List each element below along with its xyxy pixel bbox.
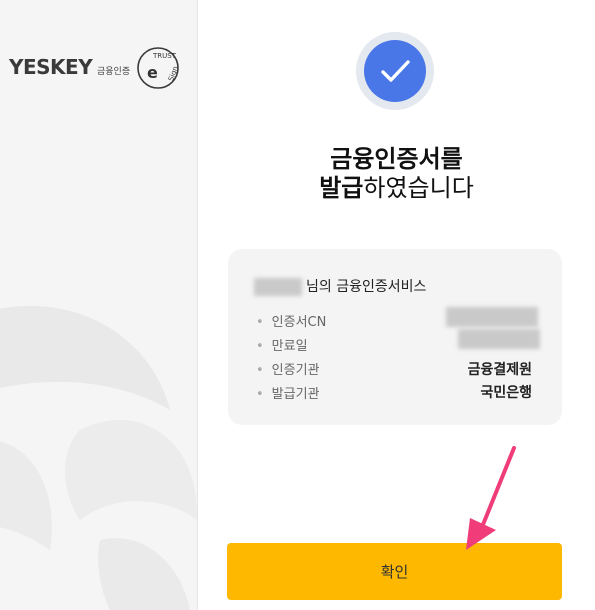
value-issuing-bank: 국민은행 — [480, 385, 532, 401]
field-issuer-org: • 인증기관 — [256, 363, 320, 378]
trust-esign-logo: TRUST e Sign — [137, 47, 180, 89]
brand-sub: 금융인증 — [97, 67, 131, 77]
redacted-owner-name — [254, 278, 302, 296]
svg-text:TRUST: TRUST — [152, 52, 177, 60]
brand-name: YESKEY — [9, 55, 93, 79]
main-panel: 금융인증서를 발급하였습니다 님의 금융인증서비스 • 인증서CN • 만료일 • 인… — [198, 0, 595, 610]
redacted-cn-value — [446, 307, 538, 327]
success-indicator — [356, 32, 434, 110]
title-bold: 발급 — [319, 174, 364, 202]
certificate-info-card: 님의 금융인증서비스 • 인증서CN • 만료일 • 인증기관 • 발급기관 금융결제원… — [228, 249, 562, 425]
page-title-line2: 발급하였습니다 — [198, 172, 595, 204]
svg-text:e: e — [147, 63, 158, 82]
value-issuer-org: 금융결제원 — [467, 362, 532, 378]
field-issuing-bank: • 발급기관 — [256, 387, 320, 402]
field-cn: • 인증서CN — [256, 315, 327, 330]
sidebar: YESKEY 금융인증 TRUST e Sign — [0, 0, 198, 610]
decorative-background-shape — [0, 306, 197, 610]
check-icon — [381, 60, 410, 82]
redacted-expiry-value — [458, 329, 540, 349]
title-rest: 하였습니다 — [363, 174, 474, 202]
brand-logo: YESKEY 금융인증 TRUST e Sign — [9, 44, 189, 90]
arrow-pointer-icon — [466, 446, 516, 550]
field-expiry: • 만료일 — [256, 339, 308, 354]
owner-label: 님의 금융인증서비스 — [306, 279, 427, 295]
page-title-line1: 금융인증서를 — [330, 145, 463, 173]
